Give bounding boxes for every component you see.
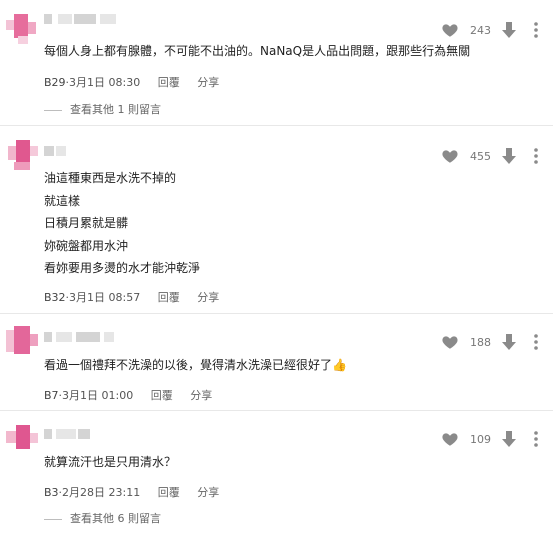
comment-text: 看過一個禮拜不洗澡的以後，覺得清水洗澡已經很好了👍: [44, 354, 347, 377]
more-vertical-icon[interactable]: [531, 21, 541, 39]
more-vertical-icon[interactable]: [531, 147, 541, 165]
share-button[interactable]: 分享: [197, 289, 219, 305]
comment-text: 妳碗盤都用水沖: [44, 238, 129, 253]
comment-text-content: 看過一個禮拜不洗澡的以後，覺得清水洗澡已經很好了: [44, 358, 333, 372]
share-button[interactable]: 分享: [197, 484, 219, 500]
avatar[interactable]: [6, 326, 40, 360]
comment-text: 看妳要用多燙的水才能沖乾淨: [44, 261, 201, 275]
vote-bar: 109: [441, 429, 541, 449]
replies-divider: [44, 109, 62, 111]
replies-divider: [44, 518, 62, 520]
avatar[interactable]: [6, 12, 40, 46]
like-count: 188: [470, 335, 491, 349]
comment-meta: B3 · 2月28日 23:11 回覆 分享: [44, 484, 220, 500]
like-count: 455: [470, 149, 491, 163]
view-more-replies-label: 查看其他 6 則留言: [70, 512, 161, 525]
view-more-replies[interactable]: 查看其他 6 則留言: [44, 510, 161, 526]
arrow-down-icon[interactable]: [501, 430, 517, 448]
comment-text: 就算流汗也是只用清水？: [44, 455, 177, 469]
floor-label[interactable]: B3: [44, 486, 59, 499]
comment-text: 日積月累就是髒: [44, 216, 129, 230]
vote-bar: 243: [441, 20, 541, 40]
floor-label[interactable]: B29: [44, 76, 66, 89]
avatar[interactable]: [6, 423, 40, 457]
more-vertical-icon[interactable]: [531, 430, 541, 448]
comment-text: 就這樣: [44, 193, 81, 208]
share-button[interactable]: 分享: [190, 387, 212, 403]
like-count: 109: [470, 432, 491, 446]
comment-body: 油這種東西是水洗不掉的 就這樣 日積月累就是髒 妳碗盤都用水沖 看妳要用多燙的水…: [44, 167, 200, 280]
comment-text: 每個人身上都有腺體，不可能不出油的。NaNaQ是人品出問題，跟那些行為無關: [44, 44, 471, 58]
reply-button[interactable]: 回覆: [158, 74, 180, 90]
floor-label[interactable]: B32: [44, 291, 66, 304]
more-vertical-icon[interactable]: [531, 333, 541, 351]
share-button[interactable]: 分享: [197, 74, 219, 90]
like-count: 243: [470, 23, 491, 37]
timestamp: 3月1日 08:57: [69, 291, 141, 304]
comment-item: 109 就算流汗也是只用清水？ B3 · 2月28日 23:11 回覆 分享 查…: [0, 411, 553, 535]
comment-item: 243 每個人身上都有腺體，不可能不出油的。NaNaQ是人品出問題，跟那些行為無…: [0, 0, 553, 122]
thumbs-up-emoji-icon: 👍: [332, 358, 347, 372]
reply-button[interactable]: 回覆: [158, 289, 180, 305]
floor-label[interactable]: B7: [44, 389, 59, 402]
heart-icon[interactable]: [441, 147, 459, 165]
view-more-replies[interactable]: 查看其他 1 則留言: [44, 101, 161, 117]
avatar[interactable]: [6, 140, 40, 174]
comment-body: 每個人身上都有腺體，不可能不出油的。NaNaQ是人品出問題，跟那些行為無關: [44, 40, 470, 63]
arrow-down-icon[interactable]: [501, 147, 517, 165]
comment-meta: B29 · 3月1日 08:30 回覆 分享: [44, 74, 220, 90]
comment-item: 188 看過一個禮拜不洗澡的以後，覺得清水洗澡已經很好了👍 B7 · 3月1日 …: [0, 314, 553, 408]
timestamp: 3月1日 08:30: [69, 76, 141, 89]
vote-bar: 455: [441, 146, 541, 166]
view-more-replies-label: 查看其他 1 則留言: [70, 103, 161, 116]
comment-body: 就算流汗也是只用清水？: [44, 451, 176, 474]
reply-button[interactable]: 回覆: [158, 484, 180, 500]
heart-icon[interactable]: [441, 333, 459, 351]
timestamp: 2月28日 23:11: [62, 486, 141, 499]
vote-bar: 188: [441, 332, 541, 352]
timestamp: 3月1日 01:00: [62, 389, 134, 402]
comment-meta: B7 · 3月1日 01:00 回覆 分享: [44, 387, 213, 403]
heart-icon[interactable]: [441, 430, 459, 448]
comment-meta: B32 · 3月1日 08:57 回覆 分享: [44, 289, 220, 305]
comment-item: 455 油這種東西是水洗不掉的 就這樣 日積月累就是髒 妳碗盤都用水沖 看妳要用…: [0, 126, 553, 312]
comment-text: 油這種東西是水洗不掉的: [44, 171, 177, 185]
arrow-down-icon[interactable]: [501, 21, 517, 39]
comment-body: 看過一個禮拜不洗澡的以後，覺得清水洗澡已經很好了👍: [44, 354, 347, 377]
heart-icon[interactable]: [441, 21, 459, 39]
reply-button[interactable]: 回覆: [151, 387, 173, 403]
arrow-down-icon[interactable]: [501, 333, 517, 351]
